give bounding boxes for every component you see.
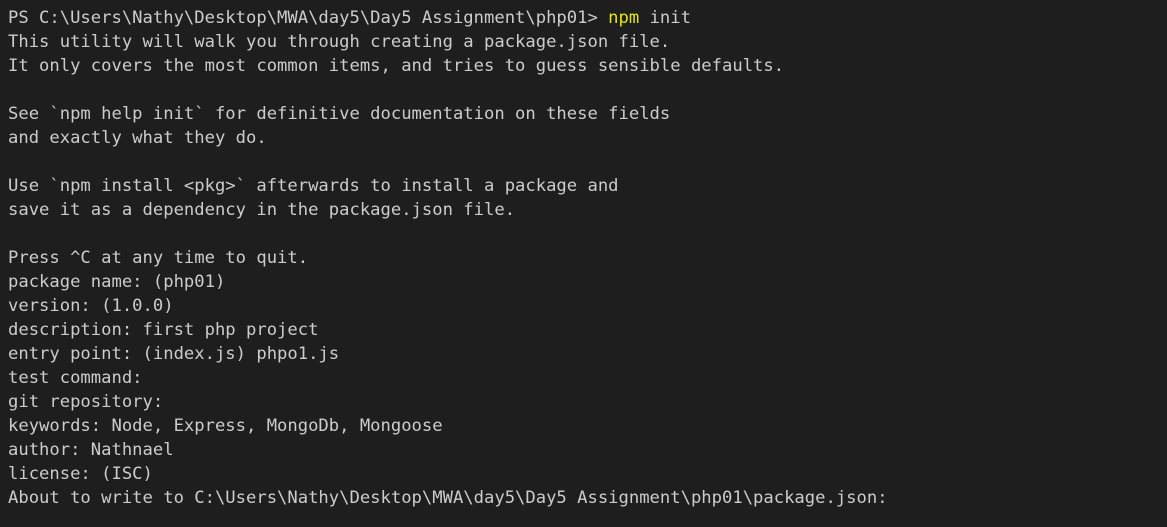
output-line: Press ^C at any time to quit. <box>8 248 309 268</box>
terminal-output[interactable]: PS C:\Users\Nathy\Desktop\MWA\day5\Day5 … <box>0 0 1167 527</box>
output-line: This utility will walk you through creat… <box>8 32 671 52</box>
output-line: package name: (php01) <box>8 272 226 292</box>
output-line: keywords: Node, Express, MongoDb, Mongoo… <box>8 416 443 436</box>
output-line: git repository: <box>8 392 164 412</box>
output-line: entry point: (index.js) phpo1.js <box>8 344 340 364</box>
output-line: Use `npm install <pkg>` afterwards to in… <box>8 176 619 196</box>
output-line: description: first php project <box>8 320 319 340</box>
output-line: save it as a dependency in the package.j… <box>8 200 516 220</box>
command-executable: npm <box>608 8 640 28</box>
output-line: It only covers the most common items, an… <box>8 56 785 76</box>
output-line: version: (1.0.0) <box>8 296 174 316</box>
output-line: test command: <box>8 368 143 388</box>
prompt-path: PS C:\Users\Nathy\Desktop\MWA\day5\Day5 … <box>8 8 609 28</box>
output-line: license: (ISC) <box>8 464 153 484</box>
output-line: See `npm help init` for definitive docum… <box>8 104 671 124</box>
output-line: About to write to C:\Users\Nathy\Desktop… <box>8 488 888 508</box>
output-line: and exactly what they do. <box>8 128 267 148</box>
prompt-line: PS C:\Users\Nathy\Desktop\MWA\day5\Day5 … <box>8 6 1167 30</box>
command-arguments: init <box>639 8 691 28</box>
output-line: author: Nathnael <box>8 440 174 460</box>
